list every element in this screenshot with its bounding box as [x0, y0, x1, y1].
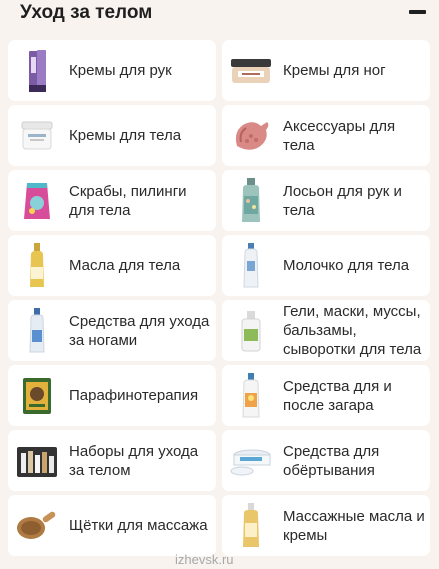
body-cream-jar-icon	[14, 111, 60, 161]
body-oil-bottle-icon	[14, 241, 60, 291]
category-body-wraps[interactable]: Средства для обёртывания	[222, 430, 430, 491]
category-label: Масла для тела	[69, 257, 181, 274]
collapse-minus-icon[interactable]	[409, 10, 426, 14]
category-label: Кремы для ног	[283, 62, 386, 79]
category-label: Средства для ухода за ногами	[69, 312, 210, 349]
category-foot-care[interactable]: Средства для ухода за ногами	[8, 300, 216, 361]
wrap-jars-icon	[228, 436, 274, 486]
category-gift-sets[interactable]: Наборы для ухода за телом	[8, 430, 216, 491]
watermark: izhevsk.ru	[175, 552, 234, 567]
category-label: Парафинотерапия	[69, 387, 199, 404]
category-body-creams[interactable]: Кремы для тела	[8, 105, 216, 166]
category-sun-care[interactable]: Средства для и после загара	[222, 365, 430, 426]
category-body-accessories[interactable]: Аксессуары для тела	[222, 105, 430, 166]
gift-set-icon	[14, 436, 60, 486]
category-label: Средства для обёртывания	[283, 442, 380, 479]
category-label: Лосьон для рук и тела	[283, 182, 402, 219]
lotion-bottle-icon	[228, 176, 274, 226]
category-hand-creams[interactable]: Кремы для рук	[8, 40, 216, 101]
category-foot-creams[interactable]: Кремы для ног	[222, 40, 430, 101]
section-title: Уход за телом	[20, 2, 153, 23]
foot-cream-jar-icon	[228, 46, 274, 96]
category-label: Средства для и после загара	[283, 377, 392, 414]
category-gels-masks[interactable]: Гели, маски, муссы, бальзамы, сыворотки …	[222, 300, 430, 361]
sun-care-bottle-icon	[228, 371, 274, 421]
massage-brush-icon	[14, 501, 60, 551]
category-label: Аксессуары для тела	[283, 117, 396, 154]
category-label: Массажные масла и кремы	[283, 507, 425, 544]
hand-cream-tube-icon	[14, 46, 60, 96]
gel-jar-icon	[228, 306, 274, 356]
category-label: Кремы для тела	[69, 127, 182, 144]
foot-care-bottle-icon	[14, 306, 60, 356]
category-body-scrubs[interactable]: Скрабы, пилинги для тела	[8, 170, 216, 231]
category-paraffin[interactable]: Парафинотерапия	[8, 365, 216, 426]
paraffin-box-icon	[14, 371, 60, 421]
category-body-oils[interactable]: Масла для тела	[8, 235, 216, 296]
category-label: Скрабы, пилинги для тела	[69, 182, 187, 219]
category-label: Гели, маски, муссы, бальзамы, сыворотки …	[283, 303, 422, 358]
category-body-milk[interactable]: Молочко для тела	[222, 235, 430, 296]
category-hand-body-lotion[interactable]: Лосьон для рук и тела	[222, 170, 430, 231]
category-label: Щётки для массажа	[69, 517, 208, 534]
body-milk-bottle-icon	[228, 241, 274, 291]
category-label: Молочко для тела	[283, 257, 410, 274]
body-mitt-icon	[228, 111, 274, 161]
section-header: Уход за телом	[0, 0, 439, 32]
category-massage-brushes[interactable]: Щётки для массажа	[8, 495, 216, 556]
category-label: Кремы для рук	[69, 62, 172, 79]
category-massage-oils[interactable]: Массажные масла и кремы	[222, 495, 430, 556]
category-grid: Кремы для рук Кремы для ног Кремы для те…	[8, 40, 431, 560]
massage-oil-bottle-icon	[228, 501, 274, 551]
category-label: Наборы для ухода за телом	[69, 442, 199, 479]
scrub-pouch-icon	[14, 176, 60, 226]
